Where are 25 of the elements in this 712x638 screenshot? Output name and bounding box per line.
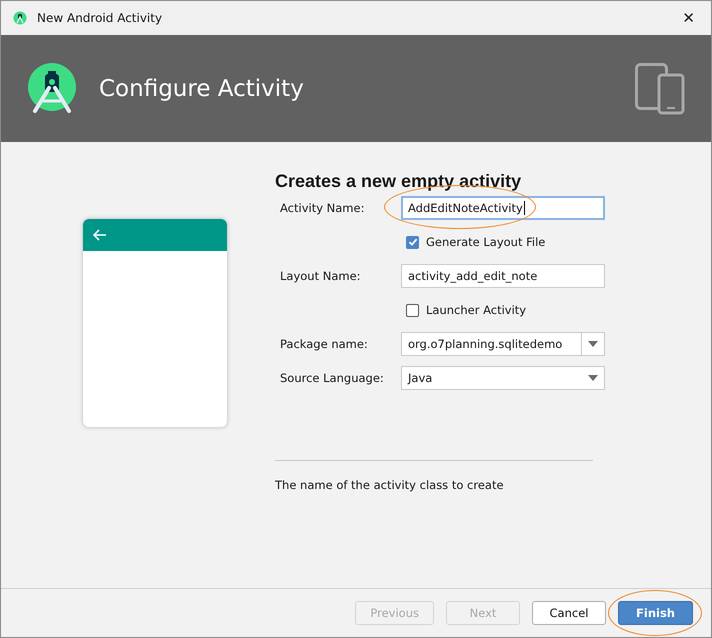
- devices-icon: [635, 62, 685, 114]
- dropdown[interactable]: Java: [401, 366, 605, 390]
- text-field[interactable]: activity_add_edit_note: [401, 264, 605, 288]
- checkbox[interactable]: Launcher Activity: [406, 303, 526, 317]
- primary-button[interactable]: Finish: [618, 601, 693, 625]
- close-button[interactable]: ✕: [676, 9, 701, 27]
- android-studio-logo-icon: [27, 62, 77, 114]
- dropdown-arrow-icon: [588, 375, 598, 381]
- app-logo-icon: [13, 11, 27, 25]
- checkbox[interactable]: Generate Layout File: [406, 235, 546, 249]
- dropdown-arrow-icon: [588, 341, 598, 347]
- dialog-button[interactable]: Cancel: [532, 601, 606, 625]
- checkbox-box[interactable]: [406, 304, 419, 316]
- back-arrow-icon: [93, 229, 107, 241]
- field-label: Layout Name:: [279, 269, 362, 283]
- checkbox-box[interactable]: [406, 236, 419, 248]
- field-label: Source Language:: [279, 371, 385, 385]
- window-title: New Android Activity: [37, 11, 164, 25]
- form-heading: Creates a new empty activity: [275, 171, 522, 192]
- header-title: Configure Activity: [99, 76, 305, 102]
- field-description: The name of the activity class to create: [275, 478, 505, 492]
- text-field[interactable]: AddEditNoteActivity: [401, 196, 605, 220]
- field-label: Activity Name:: [279, 201, 366, 215]
- field-label: Package name:: [279, 337, 369, 351]
- dropdown[interactable]: org.o7planning.sqlitedemo: [401, 332, 605, 356]
